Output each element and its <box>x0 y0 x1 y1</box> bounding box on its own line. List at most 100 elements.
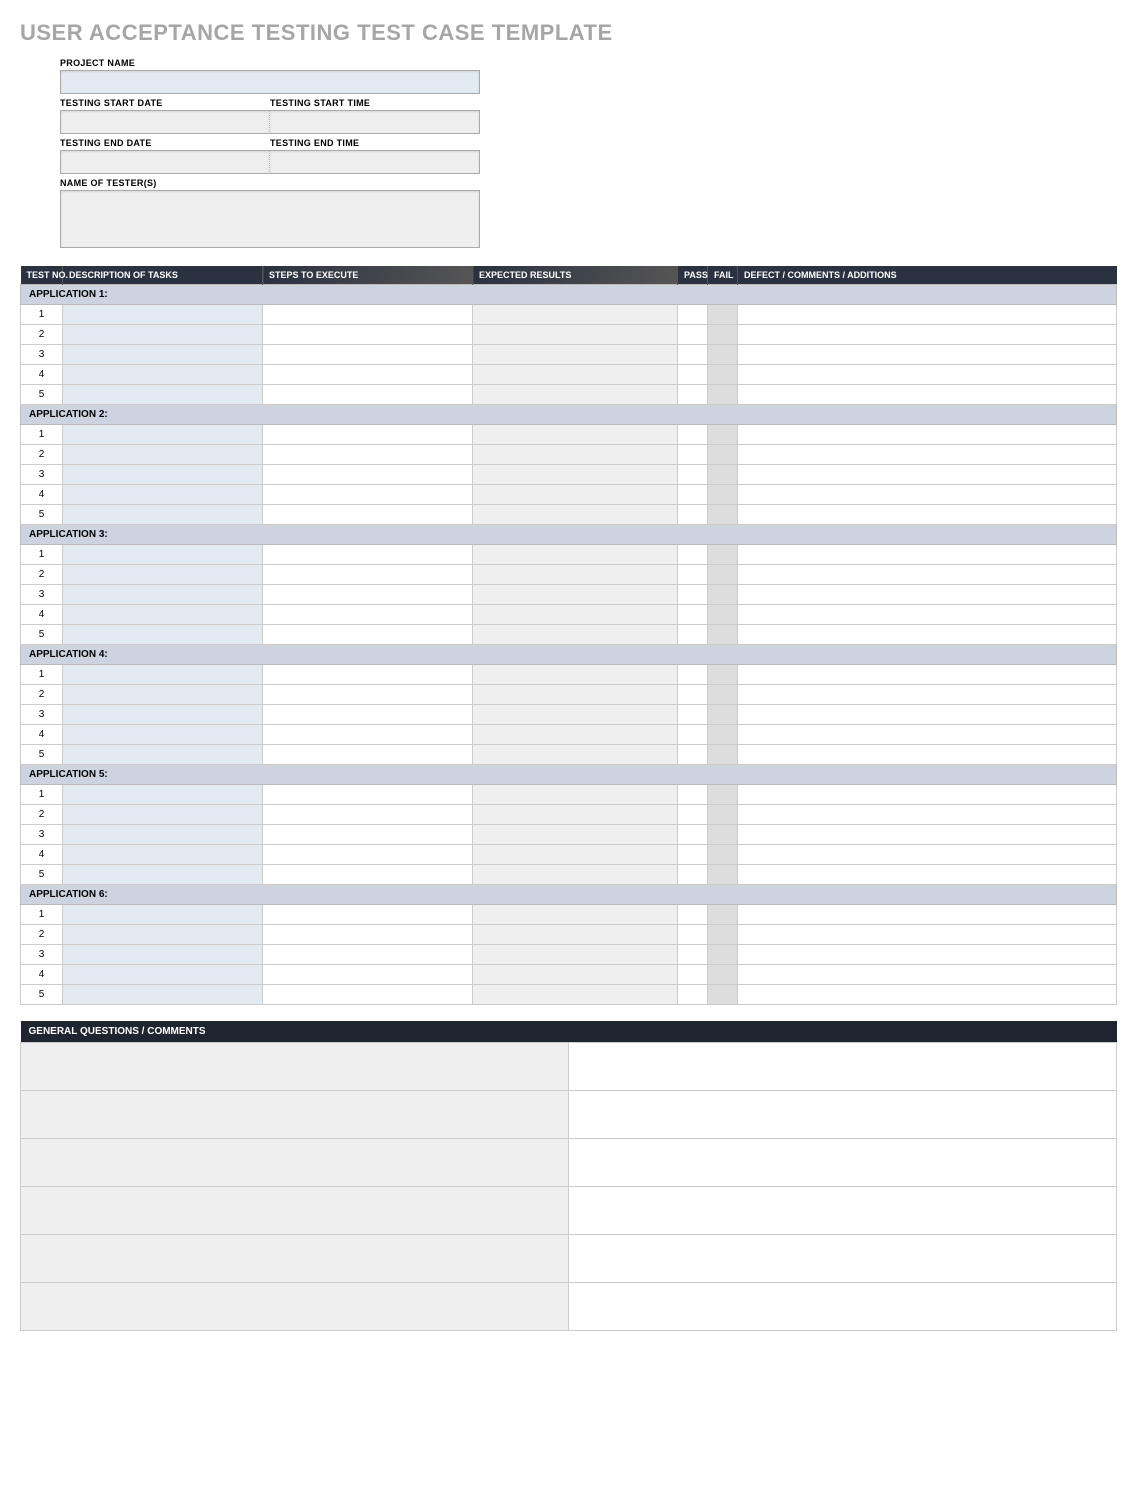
gq-label-cell[interactable] <box>21 1139 569 1187</box>
steps-cell[interactable] <box>263 545 473 565</box>
fail-cell[interactable] <box>708 365 738 385</box>
expected-cell[interactable] <box>473 905 678 925</box>
pass-cell[interactable] <box>678 325 708 345</box>
fail-cell[interactable] <box>708 705 738 725</box>
description-cell[interactable] <box>63 545 263 565</box>
fail-cell[interactable] <box>708 725 738 745</box>
description-cell[interactable] <box>63 565 263 585</box>
pass-cell[interactable] <box>678 365 708 385</box>
expected-cell[interactable] <box>473 685 678 705</box>
steps-cell[interactable] <box>263 325 473 345</box>
defect-cell[interactable] <box>738 585 1117 605</box>
fail-cell[interactable] <box>708 845 738 865</box>
description-cell[interactable] <box>63 365 263 385</box>
fail-cell[interactable] <box>708 965 738 985</box>
steps-cell[interactable] <box>263 305 473 325</box>
start-time-input[interactable] <box>270 110 480 134</box>
pass-cell[interactable] <box>678 905 708 925</box>
pass-cell[interactable] <box>678 305 708 325</box>
defect-cell[interactable] <box>738 845 1117 865</box>
expected-cell[interactable] <box>473 965 678 985</box>
defect-cell[interactable] <box>738 445 1117 465</box>
description-cell[interactable] <box>63 785 263 805</box>
gq-label-cell[interactable] <box>21 1043 569 1091</box>
expected-cell[interactable] <box>473 485 678 505</box>
description-cell[interactable] <box>63 705 263 725</box>
fail-cell[interactable] <box>708 505 738 525</box>
expected-cell[interactable] <box>473 705 678 725</box>
fail-cell[interactable] <box>708 805 738 825</box>
fail-cell[interactable] <box>708 865 738 885</box>
expected-cell[interactable] <box>473 925 678 945</box>
defect-cell[interactable] <box>738 345 1117 365</box>
steps-cell[interactable] <box>263 985 473 1005</box>
expected-cell[interactable] <box>473 465 678 485</box>
defect-cell[interactable] <box>738 545 1117 565</box>
defect-cell[interactable] <box>738 805 1117 825</box>
gq-value-cell[interactable] <box>569 1187 1117 1235</box>
expected-cell[interactable] <box>473 665 678 685</box>
defect-cell[interactable] <box>738 925 1117 945</box>
steps-cell[interactable] <box>263 945 473 965</box>
fail-cell[interactable] <box>708 685 738 705</box>
expected-cell[interactable] <box>473 805 678 825</box>
description-cell[interactable] <box>63 445 263 465</box>
expected-cell[interactable] <box>473 305 678 325</box>
expected-cell[interactable] <box>473 625 678 645</box>
steps-cell[interactable] <box>263 685 473 705</box>
pass-cell[interactable] <box>678 545 708 565</box>
description-cell[interactable] <box>63 665 263 685</box>
fail-cell[interactable] <box>708 585 738 605</box>
fail-cell[interactable] <box>708 485 738 505</box>
steps-cell[interactable] <box>263 925 473 945</box>
defect-cell[interactable] <box>738 865 1117 885</box>
steps-cell[interactable] <box>263 725 473 745</box>
expected-cell[interactable] <box>473 425 678 445</box>
fail-cell[interactable] <box>708 545 738 565</box>
defect-cell[interactable] <box>738 485 1117 505</box>
expected-cell[interactable] <box>473 365 678 385</box>
start-date-input[interactable] <box>60 110 270 134</box>
expected-cell[interactable] <box>473 985 678 1005</box>
pass-cell[interactable] <box>678 665 708 685</box>
steps-cell[interactable] <box>263 705 473 725</box>
expected-cell[interactable] <box>473 585 678 605</box>
fail-cell[interactable] <box>708 905 738 925</box>
pass-cell[interactable] <box>678 505 708 525</box>
end-time-input[interactable] <box>270 150 480 174</box>
pass-cell[interactable] <box>678 725 708 745</box>
fail-cell[interactable] <box>708 985 738 1005</box>
fail-cell[interactable] <box>708 745 738 765</box>
description-cell[interactable] <box>63 725 263 745</box>
description-cell[interactable] <box>63 585 263 605</box>
end-date-input[interactable] <box>60 150 270 174</box>
steps-cell[interactable] <box>263 805 473 825</box>
description-cell[interactable] <box>63 465 263 485</box>
description-cell[interactable] <box>63 345 263 365</box>
expected-cell[interactable] <box>473 345 678 365</box>
steps-cell[interactable] <box>263 585 473 605</box>
steps-cell[interactable] <box>263 865 473 885</box>
defect-cell[interactable] <box>738 745 1117 765</box>
defect-cell[interactable] <box>738 725 1117 745</box>
steps-cell[interactable] <box>263 665 473 685</box>
fail-cell[interactable] <box>708 345 738 365</box>
pass-cell[interactable] <box>678 585 708 605</box>
pass-cell[interactable] <box>678 945 708 965</box>
description-cell[interactable] <box>63 505 263 525</box>
expected-cell[interactable] <box>473 825 678 845</box>
fail-cell[interactable] <box>708 465 738 485</box>
fail-cell[interactable] <box>708 385 738 405</box>
expected-cell[interactable] <box>473 785 678 805</box>
pass-cell[interactable] <box>678 385 708 405</box>
pass-cell[interactable] <box>678 845 708 865</box>
gq-label-cell[interactable] <box>21 1235 569 1283</box>
steps-cell[interactable] <box>263 905 473 925</box>
gq-label-cell[interactable] <box>21 1283 569 1331</box>
pass-cell[interactable] <box>678 745 708 765</box>
expected-cell[interactable] <box>473 445 678 465</box>
gq-value-cell[interactable] <box>569 1043 1117 1091</box>
description-cell[interactable] <box>63 325 263 345</box>
description-cell[interactable] <box>63 845 263 865</box>
defect-cell[interactable] <box>738 305 1117 325</box>
